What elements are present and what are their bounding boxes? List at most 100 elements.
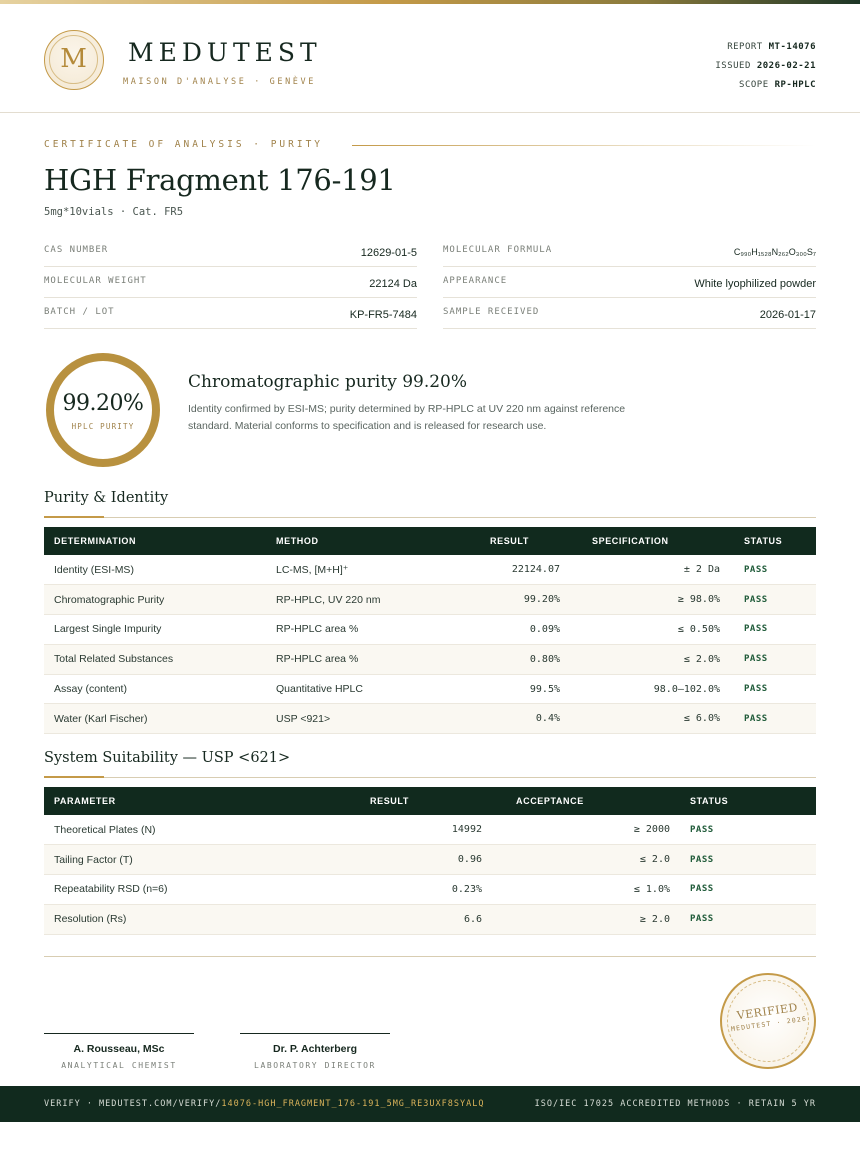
cell-result: 0.09% — [436, 614, 574, 645]
cell-result: 99.20% — [436, 584, 574, 616]
verify-link[interactable]: 14076-HGH_FRAGMENT_176-191_5MG_RE3UXF8SY… — [221, 1099, 484, 1109]
property-value: 2026-01-17 — [759, 309, 816, 321]
cell-determination: Assay (content) — [44, 674, 266, 705]
signature-name: Dr. P. Achterberg — [272, 1043, 358, 1055]
cell-specification: ≤ 6.0% — [574, 703, 734, 735]
signature-role: LABORATORY DIRECTOR — [254, 1061, 376, 1070]
cell-method: Quantitative HPLC — [266, 674, 436, 705]
cell-determination: Largest Single Impurity — [44, 614, 266, 645]
table-row: Chromatographic Purity RP-HPLC, UV 220 n… — [44, 584, 816, 616]
cell-method: LC-MS, [M+H]⁺ — [266, 555, 436, 586]
scope-value: RP-HPLC — [774, 80, 816, 90]
cell-method: RP-HPLC area % — [266, 644, 436, 675]
scope: SCOPE RP-HPLC — [715, 76, 816, 95]
section-rule — [44, 777, 816, 778]
cell-result: 14992 — [344, 815, 496, 846]
property-batch: BATCH / LOT KP-FR5-7484 — [44, 298, 417, 329]
property-label: APPEARANCE — [443, 276, 508, 286]
cell-method: RP-HPLC area % — [266, 614, 436, 645]
cell-parameter: Resolution (Rs) — [44, 904, 344, 935]
cell-determination: Identity (ESI-MS) — [44, 555, 266, 586]
column-header: RESULT — [370, 796, 409, 806]
cell-acceptance: ≤ 2.0 — [496, 844, 684, 876]
signature-role: ANALYTICAL CHEMIST — [61, 1061, 177, 1070]
cell-specification: ≥ 98.0% — [574, 584, 734, 616]
purity-identity-table: DETERMINATION METHOD RESULT SPECIFICATIO… — [44, 527, 816, 735]
property-appearance: APPEARANCE White lyophilized powder — [443, 267, 816, 298]
report-value: MT-14076 — [768, 42, 816, 52]
status-badge: PASS — [684, 874, 816, 905]
property-label: BATCH / LOT — [44, 307, 115, 317]
signature-laboratory-director: Dr. P. Achterberg LABORATORY DIRECTOR — [240, 1033, 390, 1070]
verified-seal: VERIFIED MEDUTEST · 2026 — [720, 973, 816, 1069]
section-title-purity-identity: Purity & Identity — [44, 490, 169, 506]
property-label: MOLECULAR WEIGHT — [44, 276, 147, 286]
purity-ring-label: HPLC PURITY — [71, 422, 135, 431]
property-cas: CAS NUMBER 12629-01-5 — [44, 236, 417, 267]
signature-analytical-chemist: A. Rousseau, MSc ANALYTICAL CHEMIST — [44, 1033, 194, 1070]
report-meta: REPORT MT-14076 ISSUED 2026-02-21 SCOPE … — [715, 38, 816, 95]
cell-result: 99.5% — [436, 674, 574, 705]
brand-name: MEDUTEST — [128, 38, 322, 67]
cell-method: USP <921> — [266, 703, 436, 735]
table-row: Resolution (Rs) 6.6 ≥ 2.0 PASS — [44, 904, 816, 935]
table-row: Assay (content) Quantitative HPLC 99.5% … — [44, 674, 816, 705]
product-title: HGH Fragment 176-191 — [44, 163, 396, 197]
report-number: REPORT MT-14076 — [715, 38, 816, 57]
cell-parameter: Theoretical Plates (N) — [44, 815, 344, 846]
status-badge: PASS — [734, 584, 816, 616]
cell-specification: ≤ 2.0% — [574, 644, 734, 675]
purity-headline: Chromatographic purity 99.20% — [188, 372, 468, 392]
cell-result: 0.4% — [436, 703, 574, 735]
cell-acceptance: ≤ 1.0% — [496, 874, 684, 905]
document-eyebrow: CERTIFICATE OF ANALYSIS · PURITY — [44, 139, 324, 150]
product-subtitle: 5mg*10vials · Cat. FR5 — [44, 206, 184, 218]
cell-result: 0.96 — [344, 844, 496, 876]
property-value: C₉₉₀H₁₅₂₈N₂₆₂O₃₀₀S₇ — [733, 247, 816, 257]
status-badge: PASS — [684, 815, 816, 846]
status-badge: PASS — [734, 614, 816, 645]
cell-acceptance: ≥ 2.0 — [496, 904, 684, 935]
eyebrow-rule — [352, 145, 816, 146]
status-badge: PASS — [684, 904, 816, 935]
status-badge: PASS — [734, 674, 816, 705]
status-badge: PASS — [734, 555, 816, 586]
status-badge: PASS — [734, 703, 816, 735]
table-row: Repeatability RSD (n=6) 0.23% ≤ 1.0% PAS… — [44, 874, 816, 905]
property-value: White lyophilized powder — [694, 278, 816, 290]
verify-line: VERIFY · MEDUTEST.COM/VERIFY/14076-HGH_F… — [44, 1099, 484, 1109]
cell-result: 22124.07 — [436, 555, 574, 586]
column-header: STATUS — [690, 796, 729, 806]
brand-tagline: MAISON D'ANALYSE · GENÈVE — [123, 77, 316, 87]
table-row: Identity (ESI-MS) LC-MS, [M+H]⁺ 22124.07… — [44, 555, 816, 586]
column-header: METHOD — [276, 536, 319, 546]
column-header: STATUS — [744, 536, 783, 546]
column-header: RESULT — [490, 536, 529, 546]
issued-label: ISSUED — [715, 61, 751, 71]
table-row: Total Related Substances RP-HPLC area % … — [44, 644, 816, 675]
table-header-row: DETERMINATION METHOD RESULT SPECIFICATIO… — [44, 527, 816, 555]
report-label: REPORT — [727, 42, 763, 52]
table-row: Water (Karl Fischer) USP <921> 0.4% ≤ 6.… — [44, 703, 816, 735]
table-header-row: PARAMETER RESULT ACCEPTANCE STATUS — [44, 787, 816, 815]
cell-method: RP-HPLC, UV 220 nm — [266, 584, 436, 616]
verify-prefix: VERIFY · MEDUTEST.COM/VERIFY/ — [44, 1099, 222, 1109]
table-row: Theoretical Plates (N) 14992 ≥ 2000 PASS — [44, 815, 816, 846]
status-badge: PASS — [684, 844, 816, 876]
section-accent — [44, 776, 104, 778]
system-suitability-table: PARAMETER RESULT ACCEPTANCE STATUS Theor… — [44, 787, 816, 935]
property-label: SAMPLE RECEIVED — [443, 307, 540, 317]
document-header: M MEDUTEST MAISON D'ANALYSE · GENÈVE REP… — [0, 4, 860, 113]
purity-ring: 99.20% HPLC PURITY — [46, 353, 160, 467]
column-header: ACCEPTANCE — [516, 796, 584, 806]
section-title-system-suitability: System Suitability — USP <621> — [44, 750, 291, 766]
cell-determination: Total Related Substances — [44, 644, 266, 675]
column-header: DETERMINATION — [54, 536, 137, 546]
document-footer: VERIFY · MEDUTEST.COM/VERIFY/14076-HGH_F… — [0, 1086, 860, 1122]
cell-specification: ± 2 Da — [574, 555, 734, 586]
cell-determination: Water (Karl Fischer) — [44, 703, 266, 735]
property-formula: MOLECULAR FORMULA C₉₉₀H₁₅₂₈N₂₆₂O₃₀₀S₇ — [443, 236, 816, 267]
accreditation-note: ISO/IEC 17025 ACCREDITED METHODS · RETAI… — [534, 1099, 816, 1109]
property-label: CAS NUMBER — [44, 245, 109, 255]
issued-value: 2026-02-21 — [756, 61, 816, 71]
